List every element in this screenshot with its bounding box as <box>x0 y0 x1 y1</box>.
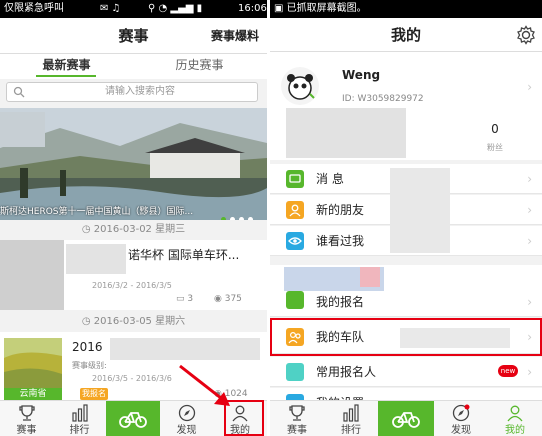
event-dates: 2016/3/5 - 2016/3/6 <box>92 374 172 383</box>
nav-events[interactable]: 赛事 <box>0 401 53 436</box>
chevron-right-icon: › <box>527 203 532 217</box>
blurred-region <box>286 108 406 158</box>
bottom-nav: 赛事 排行 发现 我的 <box>270 400 542 436</box>
menu-item-frequent-registrants[interactable]: 常用报名人 new › <box>270 357 542 387</box>
status-text: 已抓取屏幕截图。 <box>286 3 367 14</box>
nav-ranking[interactable]: 排行 <box>53 401 106 436</box>
person-icon <box>507 405 523 422</box>
comment-icon: ▭ <box>176 294 188 304</box>
status-bar: 仅限紧急呼叫 ✉ ♫ ⚲ ◔ ▂▄▆ ▮ 16:06 <box>0 0 267 18</box>
event-thumbnail <box>0 240 64 310</box>
nav-discover[interactable]: 发现 <box>434 401 488 436</box>
status-bar: ▣ 已抓取屏幕截图。 <box>270 0 542 18</box>
new-badge: new <box>498 365 518 377</box>
blurred-region <box>390 168 450 253</box>
contacts-icon <box>286 363 304 381</box>
bicycle-icon <box>392 412 420 428</box>
person-add-icon <box>286 201 304 219</box>
comment-count: ▭ 3 <box>176 294 194 304</box>
blurred-region <box>66 244 126 274</box>
event-date-header: ◷ 2016-03-05 星期六 <box>81 316 186 327</box>
page-title: 我的 <box>390 26 421 44</box>
blurred-region <box>110 338 260 360</box>
nav-me[interactable]: 我的 <box>488 401 542 436</box>
registration-icon <box>286 291 304 309</box>
message-icon <box>286 170 304 188</box>
event-dates: 2016/3/2 - 2016/3/5 <box>92 281 172 290</box>
compass-icon <box>452 404 470 422</box>
trophy-icon <box>18 405 35 421</box>
bicycle-icon <box>119 412 147 428</box>
header: 我的 <box>270 18 542 52</box>
chevron-right-icon: › <box>527 234 532 248</box>
event-title: 2016 <box>72 340 103 354</box>
search-placeholder: 请输入搜索内容 <box>105 86 175 97</box>
location-tag: 云南省 <box>4 388 62 400</box>
gear-icon[interactable] <box>516 25 536 45</box>
nav-ride[interactable] <box>106 401 160 436</box>
profile-screen: ▣ 已抓取屏幕截图。 我的 Weng ID: W3059829972 › 0 粉… <box>270 0 542 436</box>
tab-latest-events[interactable]: 最新赛事 <box>0 54 133 76</box>
eye-icon: ◉ <box>214 294 225 304</box>
blurred-region <box>360 267 380 287</box>
status-text: 仅限紧急呼叫 <box>4 3 64 14</box>
active-tab-indicator <box>36 75 96 77</box>
chevron-right-icon: › <box>527 295 532 309</box>
profile-id: ID: W3059829972 <box>342 94 424 104</box>
tab-past-events[interactable]: 历史赛事 <box>133 54 266 76</box>
profile-card[interactable]: Weng ID: W3059829972 › 0 粉丝 <box>270 52 542 160</box>
avatar <box>281 67 319 105</box>
signup-badge[interactable]: 我报名 <box>80 388 108 400</box>
event-level: 赛事级别: <box>72 361 107 370</box>
trophy-icon <box>289 405 305 421</box>
bar-chart-icon <box>71 404 88 422</box>
event-thumbnail <box>4 338 62 394</box>
event-tabs: 最新赛事 历史赛事 <box>0 54 267 79</box>
banner-caption: 斯柯达HEROS第十一届中国黄山（黟县）国际... <box>0 207 194 217</box>
bar-chart-icon <box>343 404 359 422</box>
search-icon <box>13 86 25 98</box>
event-date-header: ◷ 2016-03-02 星期三 <box>81 224 186 235</box>
event-title: 诺华杯 国际单车环... <box>128 248 240 262</box>
clock-icon: ◷ <box>81 316 94 327</box>
menu-item-my-registrations[interactable]: 我的报名 › <box>270 265 542 317</box>
chevron-right-icon: › <box>527 80 532 94</box>
screenshot-icon: ▣ <box>274 3 287 14</box>
nav-events[interactable]: 赛事 <box>270 401 324 436</box>
view-count: ◉ 375 <box>214 294 242 304</box>
clock-icon: ◷ <box>81 224 94 235</box>
highlight-box <box>270 318 542 356</box>
blurred-region <box>0 112 45 147</box>
signal-icons: ⚲ ◔ ▂▄▆ ▮ <box>148 3 203 14</box>
chevron-right-icon: › <box>527 365 532 379</box>
status-time: 16:06 <box>238 3 267 14</box>
fans-label[interactable]: 粉丝 <box>480 142 510 153</box>
search-input[interactable]: 请输入搜索内容 <box>6 82 258 102</box>
chevron-right-icon: › <box>527 172 532 186</box>
event-tips-button[interactable]: 赛事爆料 <box>211 18 259 54</box>
red-arrow-icon <box>179 364 230 406</box>
nav-ride[interactable] <box>378 401 434 436</box>
nav-ranking[interactable]: 排行 <box>324 401 378 436</box>
header: 赛事 赛事爆料 <box>0 18 267 54</box>
events-screen: 仅限紧急呼叫 ✉ ♫ ⚲ ◔ ▂▄▆ ▮ 16:06 赛事 赛事爆料 最新赛事 … <box>0 0 267 436</box>
event-card[interactable]: 诺华杯 国际单车环... 2016/3/2 - 2016/3/5 ▭ 3 ◉ 3… <box>0 240 267 310</box>
carousel-dots <box>217 207 253 220</box>
notification-icons: ✉ ♫ <box>100 3 121 14</box>
eye-icon <box>286 232 304 250</box>
fans-count: 0 <box>491 122 499 136</box>
profile-name: Weng <box>342 68 381 82</box>
